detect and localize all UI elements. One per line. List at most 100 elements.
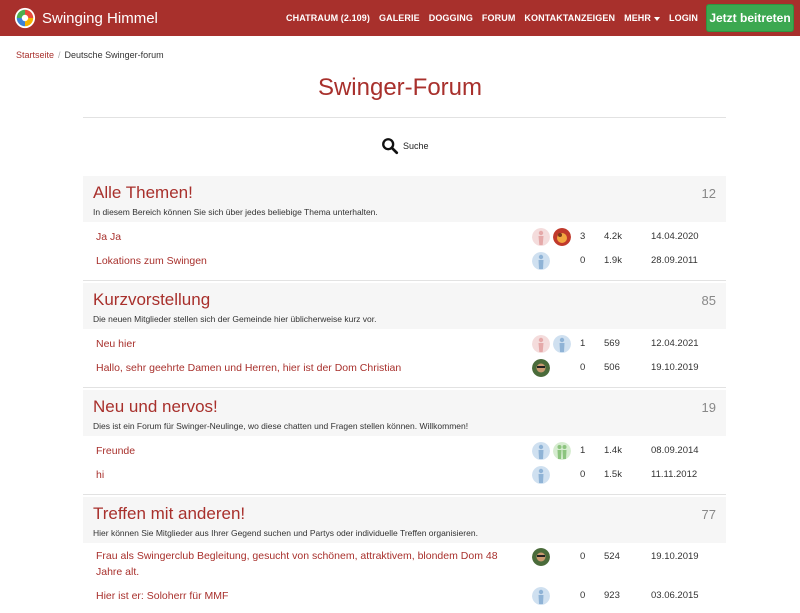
nav-link-login[interactable]: LOGIN	[669, 13, 698, 23]
search-icon	[382, 138, 399, 155]
thread-replies: 0	[580, 469, 586, 480]
search-label: Suche	[403, 141, 429, 151]
section-description: In diesem Bereich können Sie sich über j…	[93, 207, 378, 217]
thread-replies: 1	[580, 338, 586, 349]
thread-row: Lokations zum Swingen 0 1.9k 28.09.2011	[83, 252, 726, 270]
nav-link-forum[interactable]: FORUM	[482, 13, 516, 23]
thread-views: 1.4k	[604, 445, 622, 456]
section-title-link[interactable]: Treffen mit anderen!	[93, 504, 245, 524]
brand-name: Swinging Himmel	[42, 9, 158, 27]
thread-views: 506	[604, 362, 620, 373]
thread-title-link[interactable]: Hier ist er: Soloherr für MMF	[96, 588, 506, 604]
thread-avatars	[532, 466, 553, 484]
thread-title-link[interactable]: Neu hier	[96, 336, 506, 352]
breadcrumb-current: Deutsche Swinger-forum	[64, 50, 164, 60]
section-thread-count: 85	[701, 293, 716, 308]
thread-last-date: 19.10.2019	[651, 551, 699, 562]
thread-title-link[interactable]: Ja Ja	[96, 229, 506, 245]
nav-link-dogging[interactable]: DOGGING	[429, 13, 473, 23]
section-description: Die neuen Mitglieder stellen sich der Ge…	[93, 314, 377, 324]
brand-logo-icon	[14, 7, 36, 29]
join-button[interactable]: Jetzt beitreten	[706, 4, 794, 32]
thread-title-link[interactable]: Frau als Swingerclub Begleitung, gesucht…	[96, 548, 506, 580]
brand-link[interactable]: Swinging Himmel	[14, 6, 158, 30]
thread-row: hi 0 1.5k 11.11.2012	[83, 466, 726, 484]
thread-row: Freunde 1 1.4k 08.09.2014	[83, 442, 726, 460]
section-title-link[interactable]: Kurzvorstellung	[93, 290, 210, 310]
thread-avatars	[532, 359, 553, 377]
thread-last-date: 03.06.2015	[651, 590, 699, 601]
avatar-male-icon[interactable]	[532, 587, 550, 605]
avatar-couple-icon[interactable]	[553, 442, 571, 460]
thread-title-link[interactable]: Hallo, sehr geehrte Damen und Herren, hi…	[96, 360, 506, 376]
thread-views: 1.5k	[604, 469, 622, 480]
section-title-link[interactable]: Neu und nervos!	[93, 397, 218, 417]
section-divider	[83, 494, 726, 495]
thread-views: 524	[604, 551, 620, 562]
section-description: Hier können Sie Mitglieder aus Ihrer Geg…	[93, 528, 478, 538]
section-header: Treffen mit anderen! Hier können Sie Mit…	[83, 497, 726, 543]
forum-section: Treffen mit anderen! Hier können Sie Mit…	[83, 497, 726, 613]
section-thread-count: 77	[701, 507, 716, 522]
thread-row: Ja Ja 3 4.2k 14.04.2020	[83, 228, 726, 246]
thread-views: 923	[604, 590, 620, 601]
forum-section: Alle Themen! In diesem Bereich können Si…	[83, 176, 726, 281]
avatar-female-icon[interactable]	[532, 228, 550, 246]
thread-avatars	[532, 228, 574, 246]
thread-last-date: 19.10.2019	[651, 362, 699, 373]
thread-last-date: 28.09.2011	[651, 255, 698, 266]
nav-links: CHATRAUM (2.109) GALERIE DOGGING FORUM K…	[277, 0, 698, 36]
section-divider	[83, 280, 726, 281]
forum-section: Neu und nervos! Dies ist ein Forum für S…	[83, 390, 726, 495]
thread-avatars	[532, 335, 574, 353]
thread-replies: 0	[580, 362, 586, 373]
thread-avatars	[532, 548, 553, 566]
section-divider	[83, 387, 726, 388]
section-header: Neu und nervos! Dies ist ein Forum für S…	[83, 390, 726, 436]
section-title-link[interactable]: Alle Themen!	[93, 183, 193, 203]
nav-link-chatraum[interactable]: CHATRAUM (2.109)	[286, 13, 370, 23]
breadcrumb-home-link[interactable]: Startseite	[16, 50, 54, 60]
thread-row: Hallo, sehr geehrte Damen und Herren, hi…	[83, 359, 726, 377]
caret-down-icon	[654, 16, 660, 21]
thread-replies: 0	[580, 590, 586, 601]
avatar-photo-icon[interactable]	[532, 548, 550, 566]
forum-section: Kurzvorstellung Die neuen Mitglieder ste…	[83, 283, 726, 388]
thread-replies: 3	[580, 231, 586, 242]
thread-replies: 0	[580, 255, 586, 266]
thread-views: 4.2k	[604, 231, 622, 242]
section-description: Dies ist ein Forum für Swinger-Neulinge,…	[93, 421, 469, 431]
nav-link-mehr-label: MEHR	[624, 13, 651, 23]
thread-last-date: 12.04.2021	[651, 338, 699, 349]
thread-last-date: 11.11.2012	[651, 469, 698, 480]
avatar-photo-icon[interactable]	[553, 228, 571, 246]
thread-title-link[interactable]: Lokations zum Swingen	[96, 253, 506, 269]
avatar-male-icon[interactable]	[532, 466, 550, 484]
section-thread-count: 12	[701, 186, 716, 201]
thread-last-date: 08.09.2014	[651, 445, 699, 456]
thread-row: Frau als Swingerclub Begleitung, gesucht…	[83, 548, 726, 582]
avatar-male-icon[interactable]	[532, 442, 550, 460]
section-header: Alle Themen! In diesem Bereich können Si…	[83, 176, 726, 222]
thread-avatars	[532, 587, 553, 605]
avatar-female-icon[interactable]	[532, 335, 550, 353]
avatar-male-icon[interactable]	[553, 335, 571, 353]
thread-row: Hier ist er: Soloherr für MMF 0 923 03.0…	[83, 587, 726, 605]
nav-link-mehr[interactable]: MEHR	[624, 13, 660, 23]
breadcrumb: Startseite / Deutsche Swinger-forum	[16, 50, 164, 60]
breadcrumb-separator: /	[58, 50, 61, 60]
avatar-male-icon[interactable]	[532, 252, 550, 270]
nav-link-galerie[interactable]: GALERIE	[379, 13, 420, 23]
avatar-photo-icon[interactable]	[532, 359, 550, 377]
search-button[interactable]: Suche	[381, 136, 429, 156]
thread-avatars	[532, 442, 574, 460]
top-navbar: Swinging Himmel CHATRAUM (2.109) GALERIE…	[0, 0, 800, 36]
thread-row: Neu hier 1 569 12.04.2021	[83, 335, 726, 353]
thread-title-link[interactable]: hi	[96, 467, 506, 483]
thread-replies: 1	[580, 445, 586, 456]
thread-title-link[interactable]: Freunde	[96, 443, 506, 459]
thread-views: 1.9k	[604, 255, 622, 266]
nav-link-kontaktanzeigen[interactable]: KONTAKTANZEIGEN	[524, 13, 615, 23]
section-header: Kurzvorstellung Die neuen Mitglieder ste…	[83, 283, 726, 329]
title-divider	[83, 117, 726, 118]
